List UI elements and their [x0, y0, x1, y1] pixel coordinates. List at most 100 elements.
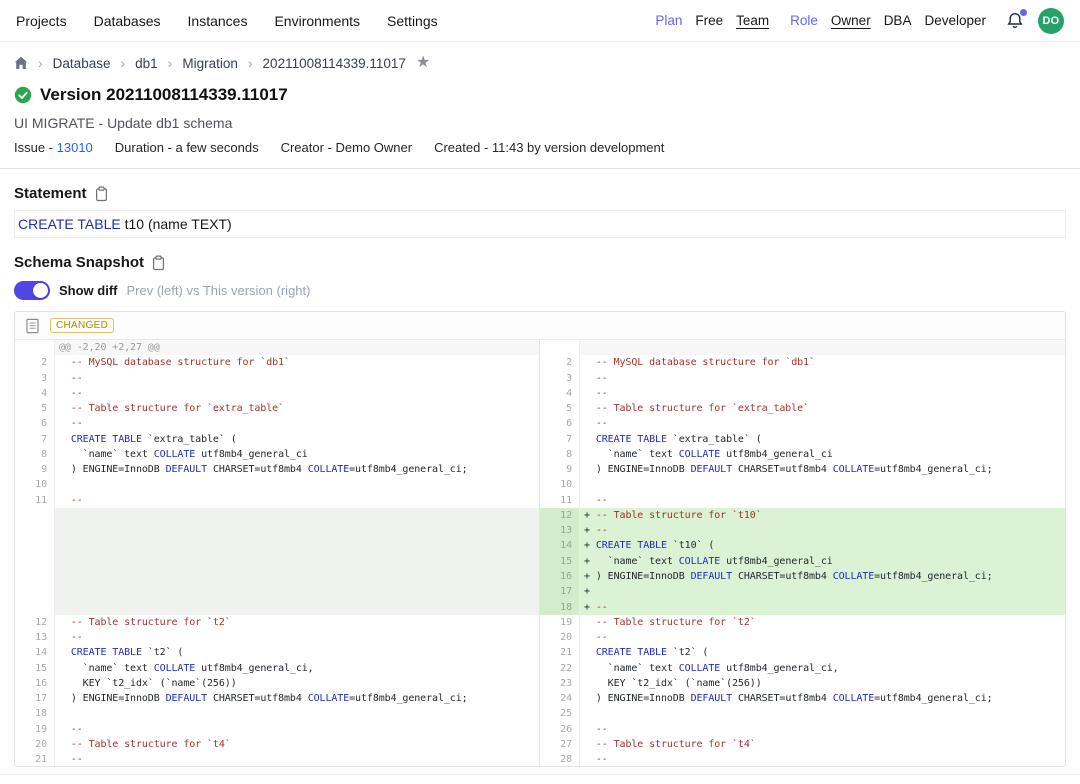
- copy-statement-button[interactable]: [94, 186, 109, 202]
- diff-gutter: [15, 340, 55, 355]
- diff-code-left: -- MySQL database structure for `db1`: [55, 355, 540, 370]
- diff-code-right: -- MySQL database structure for `db1`: [580, 355, 1065, 370]
- avatar[interactable]: DO: [1038, 8, 1064, 34]
- diff-line-number-right: 3: [540, 371, 580, 386]
- diff-line-number-right: 21: [540, 645, 580, 660]
- section-divider: [0, 168, 1080, 169]
- diff-code-right: --: [580, 722, 1065, 737]
- diff-line-number-left: 12: [15, 615, 55, 630]
- favorite-star-icon[interactable]: ★: [416, 55, 430, 71]
- diff-line-number-right: 9: [540, 462, 580, 477]
- nav-item-instances[interactable]: Instances: [188, 13, 248, 29]
- breadcrumb-separator: ›: [38, 55, 43, 71]
- diff-code-left: --: [55, 386, 540, 401]
- file-icon: [25, 318, 40, 334]
- diff-code-right: + --: [580, 523, 1065, 538]
- diff-grid[interactable]: @@ -2,20 +2,27 @@2 -- MySQL database str…: [15, 340, 1065, 767]
- show-diff-toggle[interactable]: [14, 281, 50, 300]
- plan-option-team[interactable]: Team: [736, 13, 769, 28]
- diff-code-right: ) ENGINE=InnoDB DEFAULT CHARSET=utf8mb4 …: [580, 691, 1065, 706]
- diff-line-number-right: 20: [540, 630, 580, 645]
- copy-schema-button[interactable]: [151, 255, 166, 271]
- toggle-knob: [33, 283, 48, 298]
- statement-sql: CREATE TABLE t10 (name TEXT): [14, 210, 1066, 238]
- diff-code-left: [55, 523, 540, 538]
- diff-line-number-left: 15: [15, 661, 55, 676]
- sql-rest: t10 (name TEXT): [121, 216, 232, 232]
- diff-line-number-left: 7: [15, 432, 55, 447]
- diff-code-left: [55, 584, 540, 599]
- statement-heading: Statement: [14, 185, 87, 202]
- role-option-dba[interactable]: DBA: [884, 13, 912, 28]
- diff-code-right: --: [580, 386, 1065, 401]
- meta-created: Created - 11:43 by version development: [434, 140, 664, 155]
- diff-code-right: + CREATE TABLE `t10` (: [580, 538, 1065, 553]
- diff-line-number-right: 17: [540, 584, 580, 599]
- diff-code-left: [55, 706, 540, 721]
- diff-code-right: +: [580, 584, 1065, 599]
- page-title: Version 20211008114339.11017: [40, 85, 288, 105]
- breadcrumb-item-version: 20211008114339.11017: [263, 56, 406, 71]
- notification-bell-button[interactable]: [1005, 11, 1025, 31]
- diff-code-right: + `name` text COLLATE utf8mb4_general_ci: [580, 554, 1065, 569]
- version-subtitle: UI MIGRATE - Update db1 schema: [14, 115, 1066, 131]
- diff-line-number-left: 6: [15, 416, 55, 431]
- home-icon[interactable]: [14, 56, 28, 70]
- diff-code-right: ) ENGINE=InnoDB DEFAULT CHARSET=utf8mb4 …: [580, 462, 1065, 477]
- role-label: Role: [790, 13, 818, 28]
- diff-line-number-left: 19: [15, 722, 55, 737]
- nav-item-environments[interactable]: Environments: [274, 13, 360, 29]
- diff-line-number-left: 16: [15, 676, 55, 691]
- top-nav: Projects Databases Instances Environment…: [0, 0, 1080, 42]
- nav-item-projects[interactable]: Projects: [16, 13, 67, 29]
- diff-hunk-header: [580, 340, 1065, 355]
- diff-line-number-right: 7: [540, 432, 580, 447]
- issue-link[interactable]: 13010: [57, 140, 93, 155]
- role-option-developer[interactable]: Developer: [924, 13, 986, 28]
- breadcrumb-item-migration[interactable]: Migration: [182, 56, 238, 71]
- clipboard-icon: [94, 186, 109, 202]
- diff-line-number-left: 5: [15, 401, 55, 416]
- diff-line-number-right: 24: [540, 691, 580, 706]
- nav-item-databases[interactable]: Databases: [94, 13, 161, 29]
- plan-option-free[interactable]: Free: [695, 13, 723, 28]
- breadcrumb-item-database[interactable]: Database: [53, 56, 111, 71]
- diff-line-number-left: 10: [15, 477, 55, 492]
- diff-line-number-right: 28: [540, 752, 580, 767]
- role-option-owner[interactable]: Owner: [831, 13, 871, 28]
- nav-item-settings[interactable]: Settings: [387, 13, 438, 29]
- diff-code-left: [55, 569, 540, 584]
- breadcrumb-separator: ›: [248, 55, 253, 71]
- breadcrumb-separator: ›: [168, 55, 173, 71]
- breadcrumb: › Database › db1 › Migration › 202110081…: [0, 42, 1080, 71]
- diff-code-right: --: [580, 416, 1065, 431]
- diff-code-left: `name` text COLLATE utf8mb4_general_ci: [55, 447, 540, 462]
- diff-line-number-left: [15, 569, 55, 584]
- diff-code-left: CREATE TABLE `extra_table` (: [55, 432, 540, 447]
- meta-issue: Issue - 13010: [14, 140, 93, 155]
- diff-line-number-left: 8: [15, 447, 55, 462]
- diff-line-number-right: 13: [540, 523, 580, 538]
- diff-line-number-right: 14: [540, 538, 580, 553]
- show-diff-label: Show diff: [59, 283, 118, 298]
- diff-gutter: [540, 340, 580, 355]
- diff-line-number-left: 17: [15, 691, 55, 706]
- diff-code-left: --: [55, 493, 540, 508]
- version-meta: Issue - 13010 Duration - a few seconds C…: [14, 140, 1066, 155]
- diff-code-right: --: [580, 752, 1065, 767]
- diff-code-left: --: [55, 371, 540, 386]
- diff-code-right: [580, 477, 1065, 492]
- meta-creator: Creator - Demo Owner: [281, 140, 412, 155]
- diff-line-number-left: 9: [15, 462, 55, 477]
- sql-keyword: CREATE TABLE: [18, 216, 121, 232]
- diff-code-right: + ) ENGINE=InnoDB DEFAULT CHARSET=utf8mb…: [580, 569, 1065, 584]
- diff-code-right: + -- Table structure for `t10`: [580, 508, 1065, 523]
- diff-line-number-right: 16: [540, 569, 580, 584]
- diff-line-number-left: 14: [15, 645, 55, 660]
- diff-code-left: --: [55, 630, 540, 645]
- diff-line-number-left: [15, 538, 55, 553]
- diff-code-right: CREATE TABLE `extra_table` (: [580, 432, 1065, 447]
- diff-header: CHANGED: [15, 312, 1065, 340]
- diff-code-right: [580, 706, 1065, 721]
- breadcrumb-item-db1[interactable]: db1: [135, 56, 158, 71]
